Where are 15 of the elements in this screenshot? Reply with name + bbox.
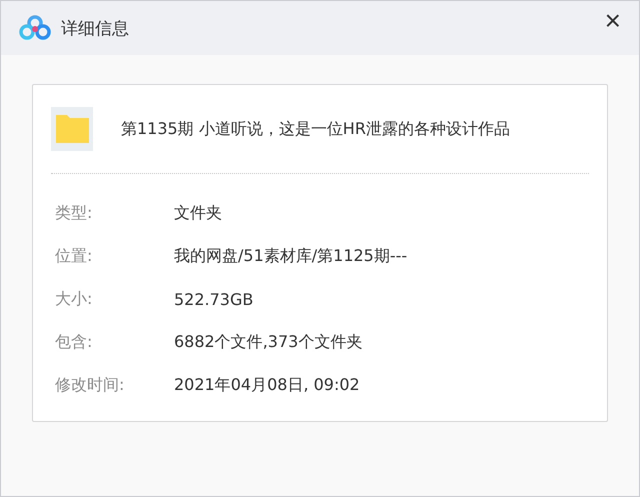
property-value: 2021年04月08日, 09:02 bbox=[174, 375, 360, 396]
window-title: 详细信息 bbox=[61, 18, 130, 40]
property-label: 包含: bbox=[55, 332, 94, 353]
folder-name: 第1135期 小道听说，这是一位HR泄露的各种设计作品 bbox=[121, 118, 510, 140]
folder-icon bbox=[51, 107, 93, 151]
property-value: 文件夹 bbox=[174, 203, 222, 224]
property-label: 大小: bbox=[55, 289, 94, 310]
property-label: 位置: bbox=[55, 246, 94, 267]
close-button[interactable]: × bbox=[600, 7, 625, 35]
property-value: 522.73GB bbox=[174, 290, 254, 309]
property-label: 修改时间: bbox=[55, 375, 126, 396]
property-value: 我的网盘/51素材库/第1125期--- bbox=[174, 246, 408, 267]
property-label: 类型: bbox=[55, 203, 94, 224]
property-value: 6882个文件,373个文件夹 bbox=[174, 332, 362, 353]
cloud-logo-icon bbox=[19, 15, 51, 41]
